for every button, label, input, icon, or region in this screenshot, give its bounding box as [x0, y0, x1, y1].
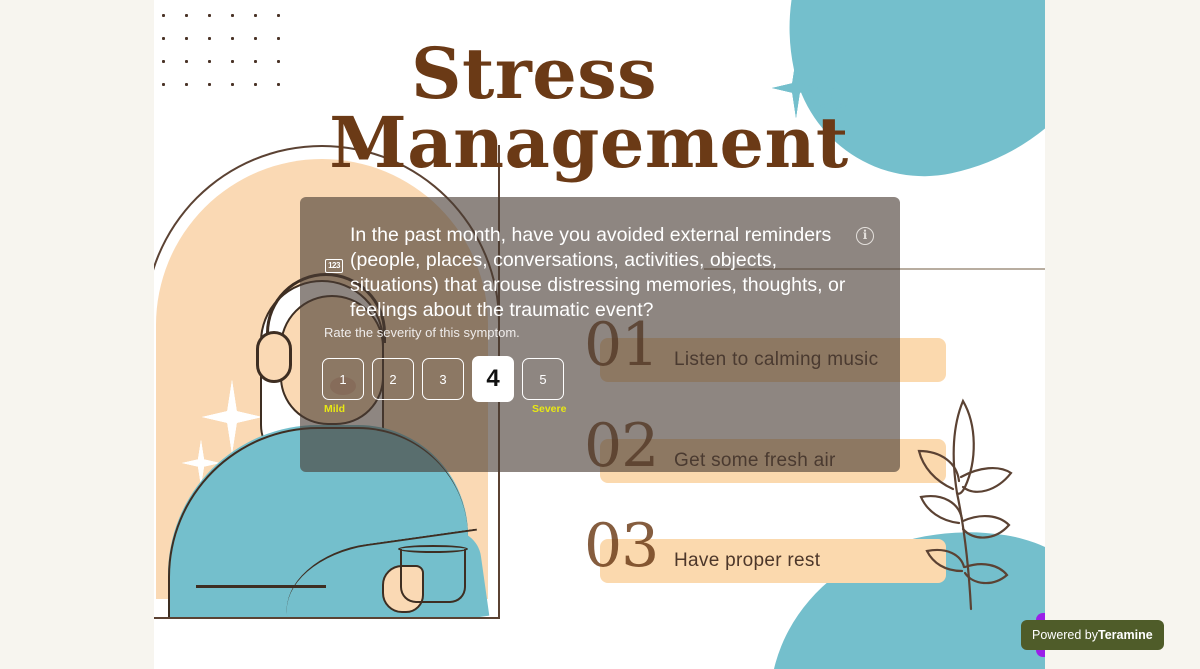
mug-rim: [398, 545, 468, 553]
mug-icon: [400, 549, 466, 603]
page-title: Stress Management: [154, 39, 914, 184]
plant-leaf-icon: [917, 398, 1013, 611]
scale-option-4[interactable]: 4: [472, 356, 514, 402]
illustration-baseline: [196, 585, 326, 588]
numeric-input-icon: 123: [325, 259, 343, 273]
scale-option-2[interactable]: 2: [372, 358, 414, 400]
scale-option-5[interactable]: 5: [522, 358, 564, 400]
info-icon[interactable]: i: [856, 227, 874, 245]
severity-scale: 1 2 3 4 5: [322, 356, 564, 402]
scale-option-3[interactable]: 3: [422, 358, 464, 400]
scale-option-1[interactable]: 1: [322, 358, 364, 400]
question-subtitle: Rate the severity of this symptom.: [324, 325, 520, 340]
powered-by-brand: Teramine: [1098, 628, 1153, 642]
powered-by-badge[interactable]: Powered by Teramine: [1021, 620, 1164, 650]
tip-number: 03: [584, 511, 659, 581]
question-text: In the past month, have you avoided exte…: [350, 224, 846, 321]
powered-by-prefix: Powered by: [1032, 628, 1099, 642]
title-line-2: Management: [329, 100, 849, 184]
headphones-earcup-icon: [256, 331, 292, 383]
scale-label-low: Mild: [324, 403, 345, 415]
question-overlay-panel: 123 In the past month, have you avoided …: [300, 197, 900, 472]
tip-text: Have proper rest: [674, 550, 821, 571]
screen: Stress Management 01 Listen to calming m…: [0, 0, 1200, 669]
tip-item: 03 Have proper rest: [584, 511, 946, 583]
scale-label-high: Severe: [532, 403, 567, 415]
